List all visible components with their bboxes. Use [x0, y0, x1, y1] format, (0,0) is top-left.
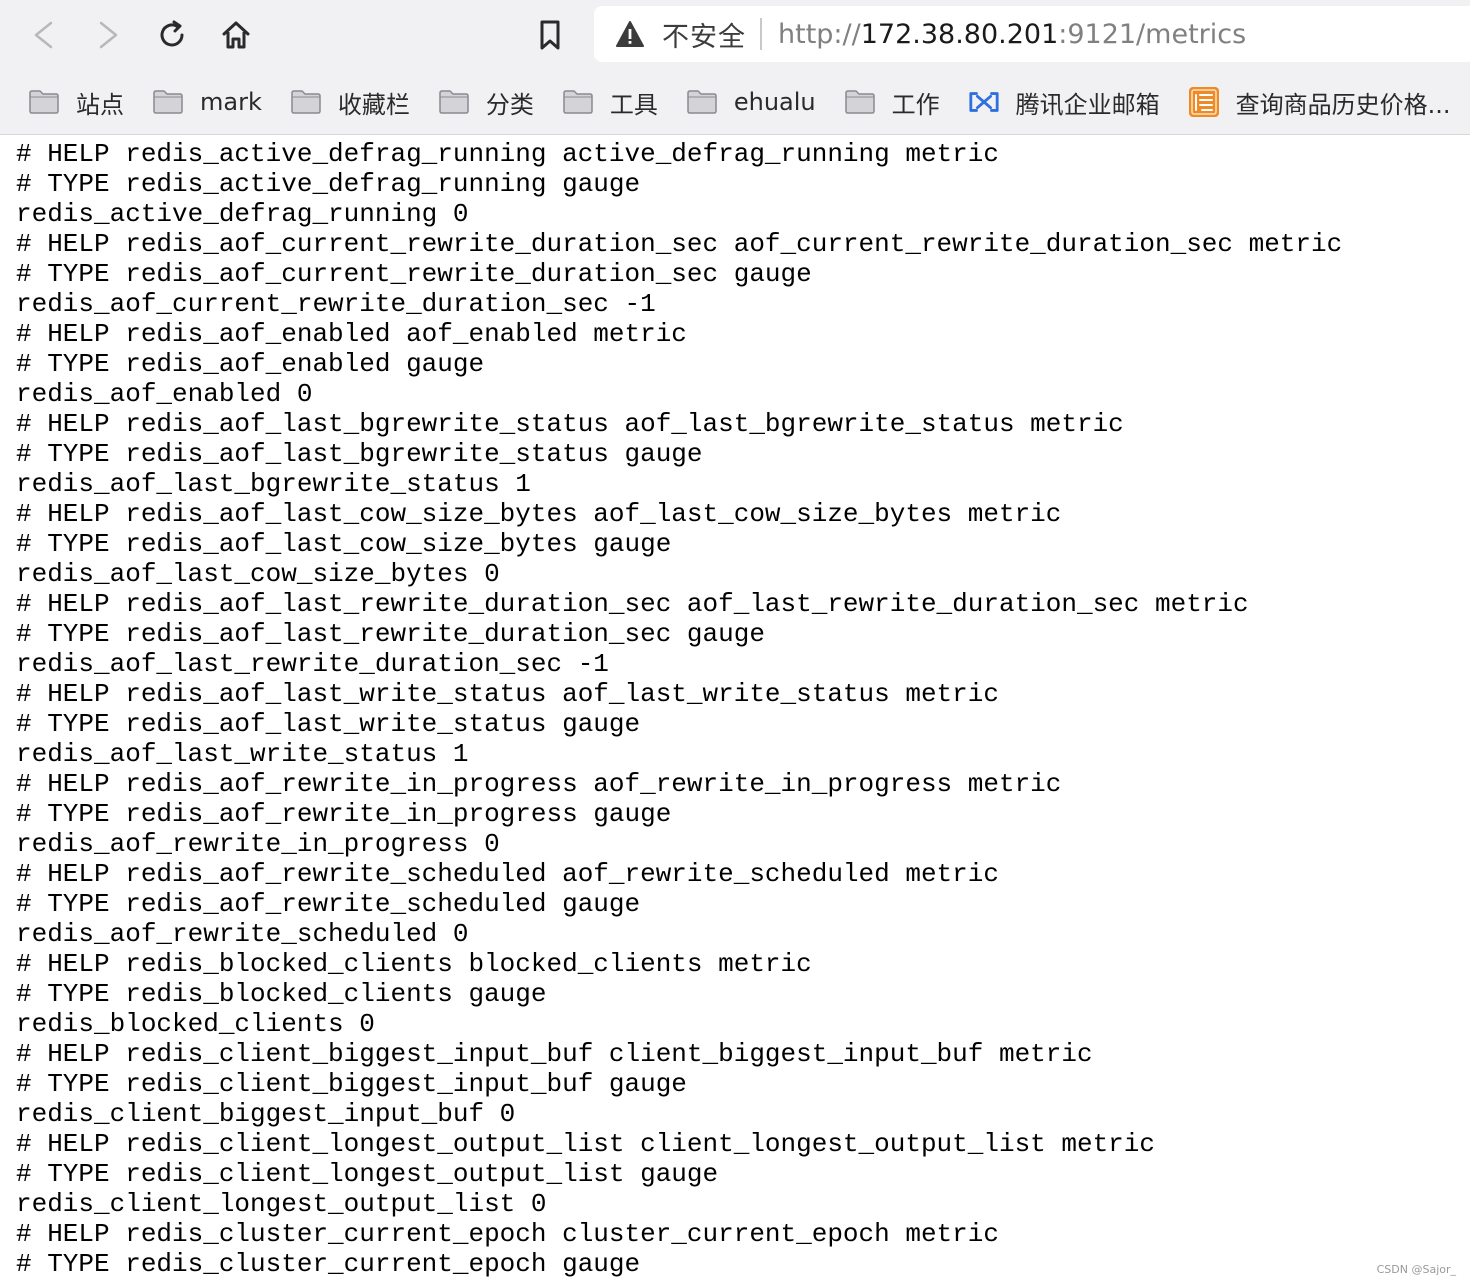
folder-icon	[290, 88, 322, 116]
bookmark-label: 站点	[76, 90, 124, 119]
page-content: # HELP redis_active_defrag_running activ…	[0, 135, 1470, 1286]
metrics-line: # TYPE redis_aof_last_bgrewrite_status g…	[16, 439, 703, 469]
forward-button[interactable]	[86, 13, 130, 57]
metrics-line: # TYPE redis_aof_last_rewrite_duration_s…	[16, 619, 765, 649]
metrics-line: # TYPE redis_client_biggest_input_buf ga…	[16, 1069, 687, 1099]
metrics-line: redis_aof_last_write_status 1	[16, 739, 469, 769]
browser-toolbar: 不安全 http://172.38.80.201:9121/metrics	[0, 0, 1470, 70]
metrics-line: # TYPE redis_active_defrag_running gauge	[16, 169, 641, 199]
metrics-line: redis_aof_last_rewrite_duration_sec -1	[16, 649, 609, 679]
home-button[interactable]	[214, 13, 258, 57]
watermark: CSDN @Sajor_	[1376, 1263, 1456, 1276]
metrics-line: # TYPE redis_aof_enabled gauge	[16, 349, 485, 379]
address-bar[interactable]: 不安全 http://172.38.80.201:9121/metrics	[594, 6, 1470, 62]
url-text[interactable]: http://172.38.80.201:9121/metrics	[778, 19, 1246, 50]
back-button[interactable]	[22, 13, 66, 57]
bookmark-label: 工具	[609, 90, 658, 119]
url-host: 172.38.80.201	[860, 18, 1059, 50]
metrics-line: # HELP redis_cluster_current_epoch clust…	[16, 1219, 999, 1249]
url-divider	[760, 18, 762, 50]
metrics-line: # TYPE redis_aof_current_rewrite_duratio…	[16, 259, 812, 289]
reload-icon	[160, 20, 184, 47]
warning-icon[interactable]	[614, 18, 646, 50]
bookmark-label: 工作	[891, 90, 940, 119]
metrics-line: redis_client_longest_output_list 0	[16, 1189, 547, 1219]
bookmark-folder-tools[interactable]: 工具	[562, 80, 658, 124]
bookmark-label: 查询商品历史价格...	[1235, 90, 1451, 119]
folder-icon	[562, 88, 594, 116]
home-icon	[222, 21, 250, 49]
metrics-line: # HELP redis_aof_rewrite_scheduled aof_r…	[16, 859, 999, 889]
metrics-line: redis_aof_rewrite_scheduled 0	[16, 919, 469, 949]
metrics-line: # TYPE redis_aof_rewrite_in_progress gau…	[16, 799, 672, 829]
metrics-line: # HELP redis_aof_last_cow_size_bytes aof…	[16, 499, 1062, 529]
metrics-line: # HELP redis_client_biggest_input_buf cl…	[16, 1039, 1093, 1069]
metrics-line: # HELP redis_aof_current_rewrite_duratio…	[16, 229, 1343, 259]
folder-icon	[686, 88, 718, 116]
metrics-line: # TYPE redis_cluster_current_epoch gauge	[16, 1249, 641, 1279]
bookmark-tencent-mail[interactable]: 腾讯企业邮箱	[968, 80, 1160, 124]
folder-icon	[438, 88, 470, 116]
metrics-line: # TYPE redis_aof_last_write_status gauge	[16, 709, 641, 739]
metrics-line: # HELP redis_active_defrag_running activ…	[16, 139, 999, 169]
url-scheme: http://	[778, 18, 861, 50]
bookmark-page-button[interactable]	[528, 13, 572, 57]
security-status-label[interactable]: 不安全	[662, 15, 746, 54]
metrics-line: redis_aof_last_bgrewrite_status 1	[16, 469, 531, 499]
back-arrow-icon	[34, 21, 53, 49]
metrics-line: # HELP redis_aof_rewrite_in_progress aof…	[16, 769, 1062, 799]
metrics-text: # HELP redis_active_defrag_running activ…	[16, 139, 1342, 1279]
metrics-line: # TYPE redis_blocked_clients gauge	[16, 979, 547, 1009]
url-path: :9121/metrics	[1058, 18, 1247, 50]
metrics-line: redis_aof_last_cow_size_bytes 0	[16, 559, 500, 589]
metrics-line: # HELP redis_blocked_clients blocked_cli…	[16, 949, 812, 979]
metrics-line: redis_aof_current_rewrite_duration_sec -…	[16, 289, 656, 319]
metrics-line: redis_client_biggest_input_buf 0	[16, 1099, 516, 1129]
bookmark-folder-sites[interactable]: 站点	[28, 80, 124, 124]
folder-icon	[152, 88, 184, 116]
metrics-line: # TYPE redis_aof_last_cow_size_bytes gau…	[16, 529, 672, 559]
folder-icon	[844, 88, 876, 116]
metrics-line: redis_aof_enabled 0	[16, 379, 313, 409]
metrics-line: # HELP redis_client_longest_output_list …	[16, 1129, 1155, 1159]
folder-icon	[28, 88, 60, 116]
bookmark-price-history[interactable]: 查询商品历史价格...	[1188, 80, 1451, 124]
metrics-line: # HELP redis_aof_last_rewrite_duration_s…	[16, 589, 1249, 619]
bookmarks-bar: 站点 mark 收藏栏 分类 工具 ehualu 工作 腾讯企业邮箱 查询商品历…	[0, 70, 1470, 135]
metrics-line: redis_active_defrag_running 0	[16, 199, 469, 229]
metrics-line: # HELP redis_aof_enabled aof_enabled met…	[16, 319, 687, 349]
metrics-line: # HELP redis_aof_last_bgrewrite_status a…	[16, 409, 1124, 439]
reload-button[interactable]	[150, 13, 194, 57]
bookmark-label: ehualu	[733, 88, 816, 116]
bookmark-label: mark	[200, 88, 262, 116]
metrics-line: redis_blocked_clients 0	[16, 1009, 375, 1039]
tencent-mail-icon	[968, 88, 1000, 116]
bookmark-folder-ehualu[interactable]: ehualu	[686, 80, 816, 124]
bookmark-label: 分类	[485, 90, 534, 119]
forward-arrow-icon	[99, 21, 118, 49]
bookmark-icon	[540, 20, 560, 50]
price-history-icon	[1188, 87, 1220, 117]
bookmark-folder-mark[interactable]: mark	[152, 80, 262, 124]
bookmark-folder-favorites[interactable]: 收藏栏	[290, 80, 410, 124]
bookmark-label: 腾讯企业邮箱	[1015, 90, 1160, 119]
bookmark-folder-work[interactable]: 工作	[844, 80, 940, 124]
bookmark-label: 收藏栏	[337, 90, 410, 119]
metrics-line: # TYPE redis_aof_rewrite_scheduled gauge	[16, 889, 641, 919]
bookmark-folder-category[interactable]: 分类	[438, 80, 534, 124]
metrics-line: # HELP redis_aof_last_write_status aof_l…	[16, 679, 999, 709]
metrics-line: # TYPE redis_client_longest_output_list …	[16, 1159, 719, 1189]
metrics-line: redis_aof_rewrite_in_progress 0	[16, 829, 500, 859]
